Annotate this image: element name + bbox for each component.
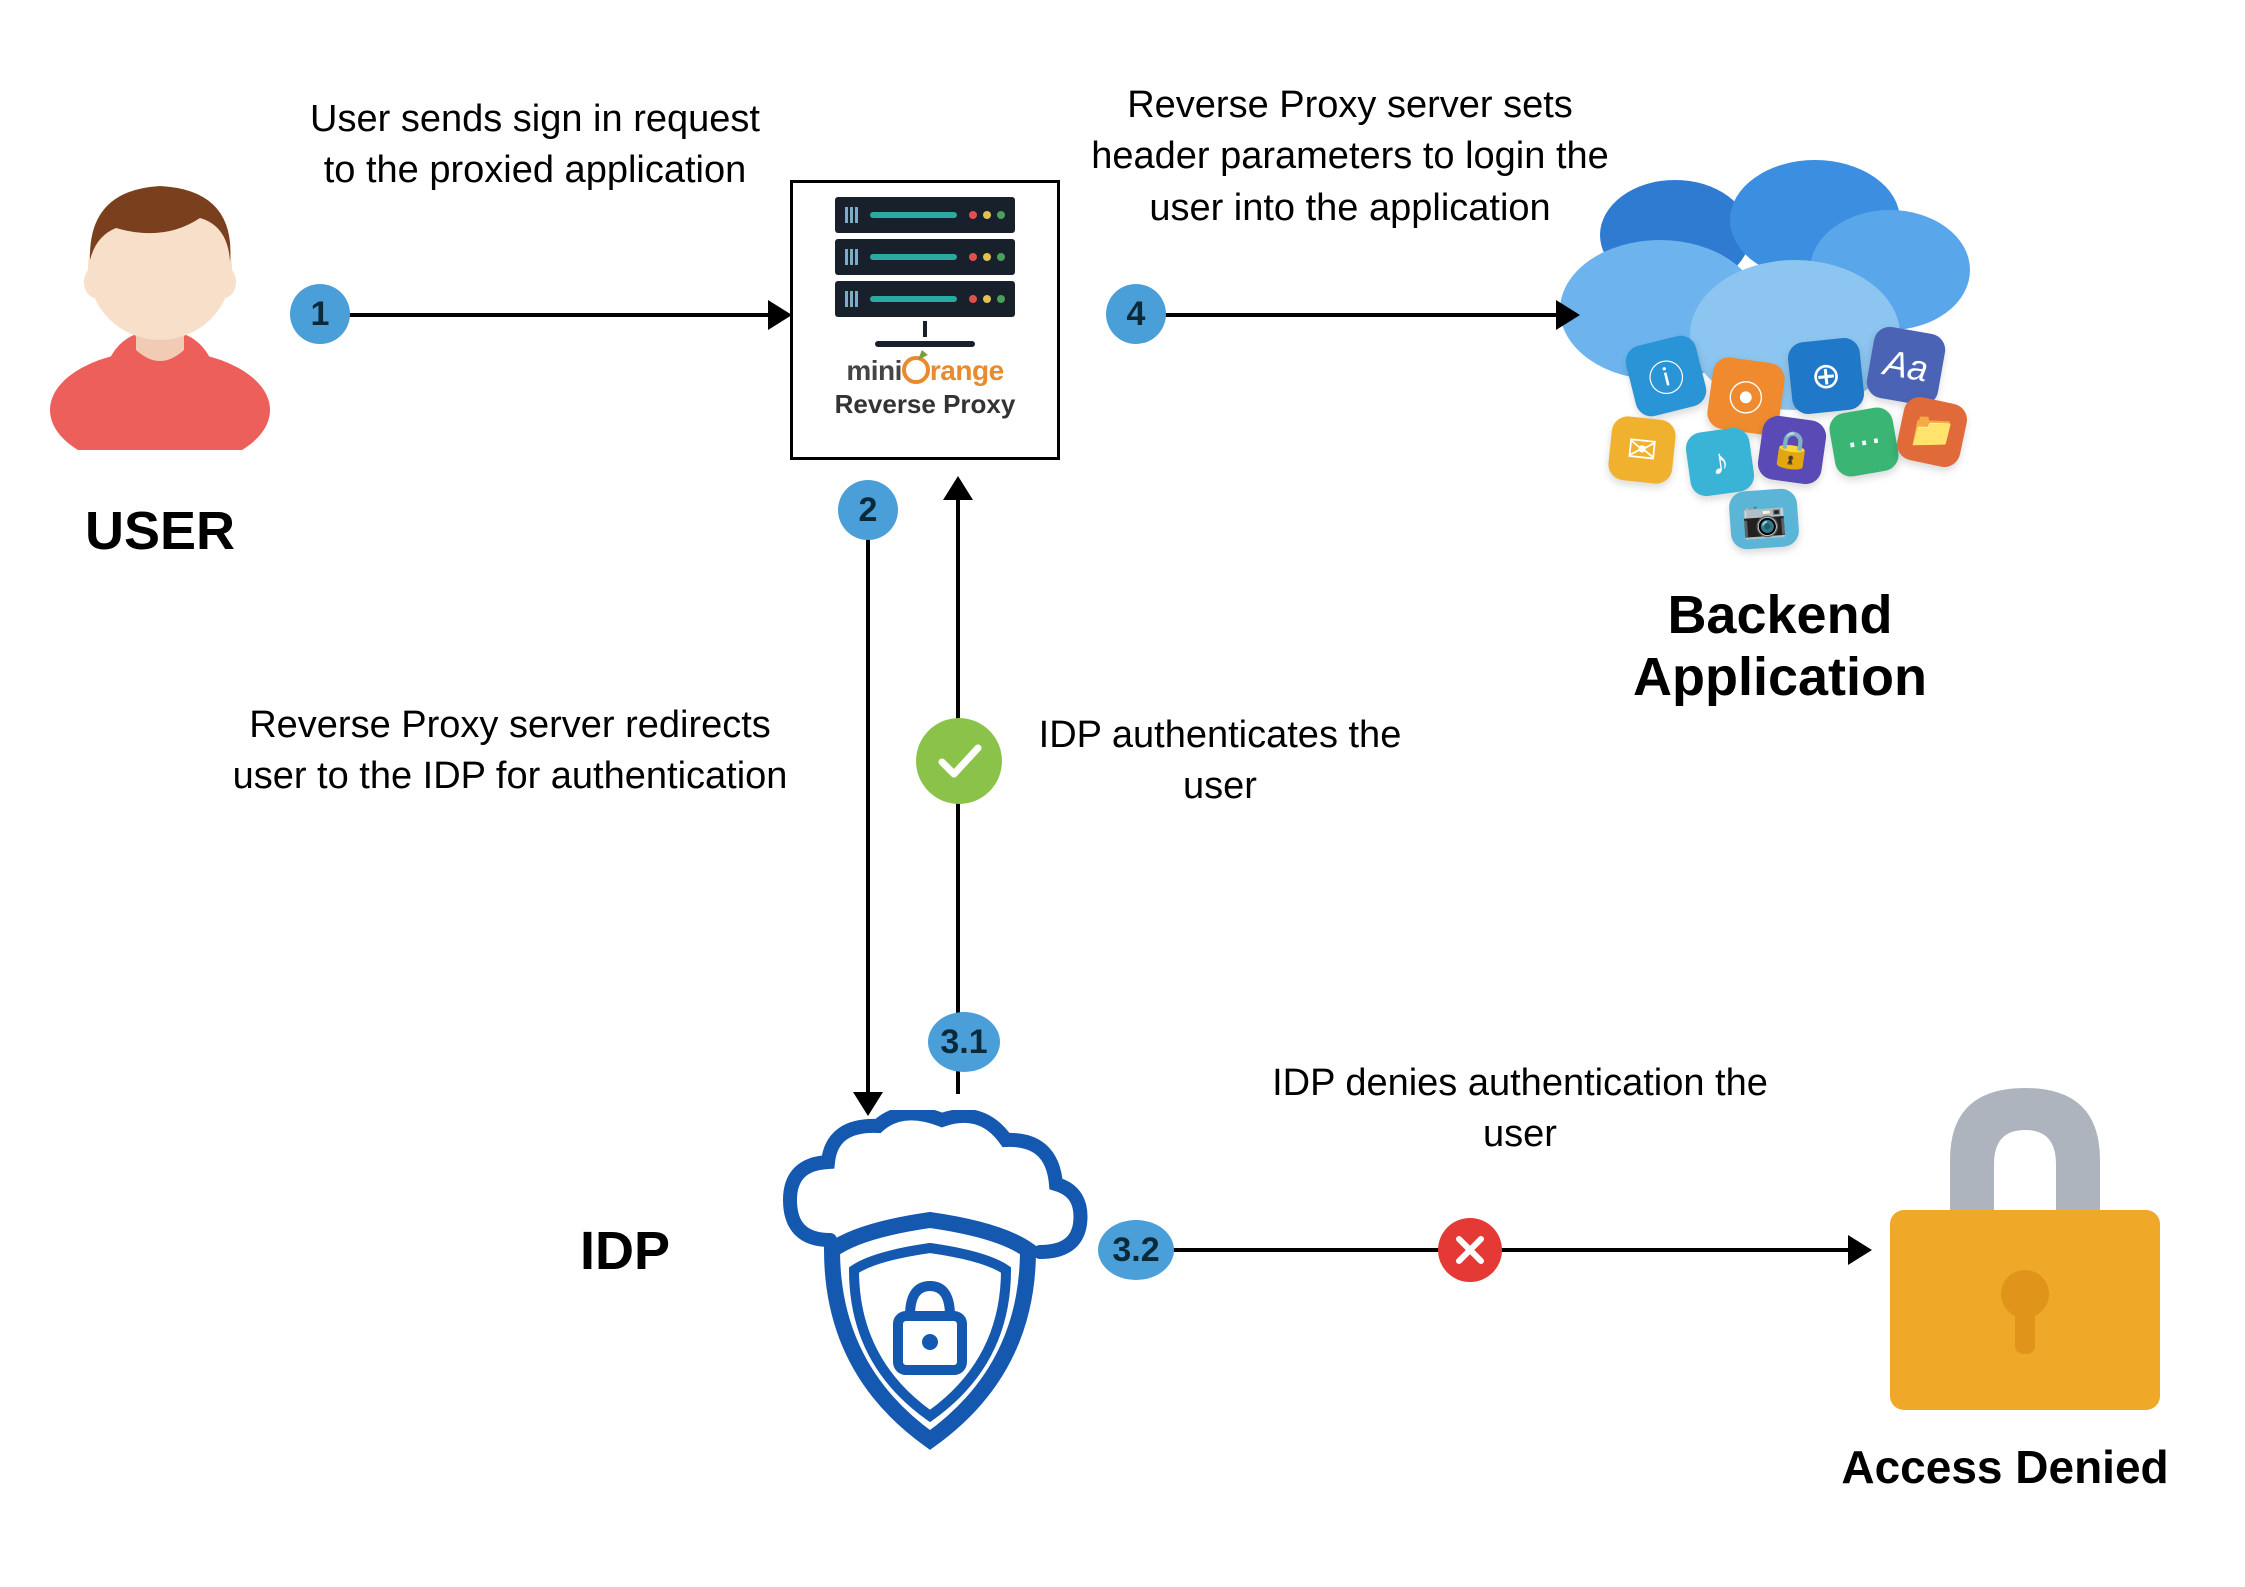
step3-1-badge: 3.1: [928, 1012, 1000, 1072]
step1-text: User sends sign in request to the proxie…: [300, 94, 770, 197]
step3-1-text: IDP authenticates the user: [1020, 710, 1420, 813]
app-tile-icon: ⋯: [1827, 405, 1901, 479]
arrow-3-2: [1170, 1248, 1850, 1252]
step2-text: Reverse Proxy server redirects user to t…: [230, 700, 790, 803]
step3-2-badge: 3.2: [1098, 1220, 1174, 1280]
arrow-3-1-head: [943, 476, 973, 500]
app-tile-icon: ⊕: [1786, 336, 1865, 415]
user-label: USER: [60, 500, 260, 562]
arrow-4: [1158, 313, 1558, 317]
cross-icon: [1438, 1218, 1502, 1282]
step4-badge: 4: [1106, 284, 1166, 344]
access-denied-label: Access Denied: [1770, 1440, 2240, 1494]
brand-suffix: range: [930, 355, 1004, 386]
reverse-proxy-node: mini range Reverse Proxy: [790, 180, 1060, 460]
app-tile-icon: 📁: [1894, 394, 1970, 470]
backend-cloud-icon: ⓘ ⦿ ⊕ Aa ✉ ♪ 🔒 ⋯ 📁 📷: [1560, 150, 1980, 530]
backend-label: Backend Application: [1590, 584, 1970, 708]
arrow-1: [340, 313, 770, 317]
arrow-2: [866, 518, 870, 1094]
app-tile-icon: Aa: [1864, 324, 1947, 407]
server-rack-icon: [835, 197, 1015, 347]
backend-label-line2: Application: [1633, 647, 1927, 707]
brand-o-icon: [902, 356, 930, 384]
check-icon: [916, 718, 1002, 804]
brand-prefix: mini: [846, 355, 902, 386]
lock-icon: [1870, 1060, 2180, 1420]
step3-2-text: IDP denies authentication the user: [1270, 1058, 1770, 1161]
arrow-2-head: [853, 1092, 883, 1116]
app-tile-icon: ✉: [1607, 415, 1677, 485]
app-tile-icon: 📷: [1728, 488, 1800, 551]
proxy-brand: mini range: [846, 355, 1003, 387]
step2-badge: 2: [838, 480, 898, 540]
backend-label-line1: Backend: [1667, 585, 1892, 645]
user-avatar-icon: [40, 150, 280, 450]
arrow-4-head: [1556, 300, 1580, 330]
app-tile-icon: ♪: [1684, 426, 1756, 498]
idp-label: IDP: [550, 1220, 700, 1282]
proxy-subtitle: Reverse Proxy: [835, 389, 1016, 420]
arrow-3-2-head: [1848, 1235, 1872, 1265]
app-tile-icon: 🔒: [1756, 414, 1828, 486]
arrow-1-head: [768, 300, 792, 330]
step4-text: Reverse Proxy server sets header paramet…: [1080, 80, 1620, 234]
idp-icon: [770, 1110, 1090, 1460]
step1-badge: 1: [290, 284, 350, 344]
